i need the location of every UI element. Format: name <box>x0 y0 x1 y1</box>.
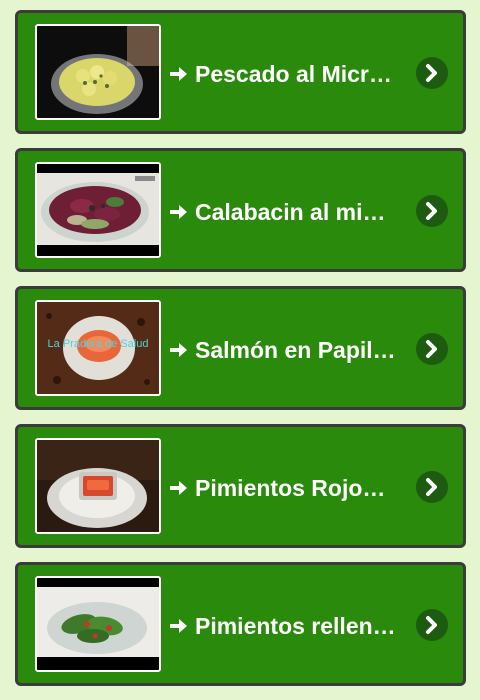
arrow-right-icon <box>170 205 187 219</box>
arrow-right-icon <box>170 67 187 81</box>
chevron-right-icon <box>426 202 437 220</box>
recipe-thumbnail: La Pradera de Salud <box>35 300 161 396</box>
recipe-thumbnail <box>35 162 161 258</box>
recipe-card[interactable]: Pimientos rellenos <box>15 562 466 686</box>
recipe-card[interactable]: La Pradera de Salud Salmón en Papillote <box>15 286 466 410</box>
recipe-card[interactable]: Pimientos Rojos Asados <box>15 424 466 548</box>
chevron-right-button[interactable] <box>416 195 448 227</box>
watermark-text: La Pradera de Salud <box>47 338 149 350</box>
chevron-right-button[interactable] <box>416 609 448 641</box>
arrow-right-icon <box>170 619 187 633</box>
chevron-right-icon <box>426 340 437 358</box>
arrow-right-icon <box>170 343 187 357</box>
recipe-title: Calabacin al microondas <box>195 199 398 225</box>
recipe-title: Salmón en Papillote <box>195 337 398 363</box>
recipe-thumbnail <box>35 576 161 672</box>
fish-in-glass-bowl-photo <box>37 26 159 118</box>
chevron-right-button[interactable] <box>416 333 448 365</box>
recipe-thumbnail <box>35 24 161 120</box>
recipe-card[interactable]: Pescado al Microondas <box>15 10 466 134</box>
chevron-right-button[interactable] <box>416 471 448 503</box>
zucchini-glass-bowl-photo <box>37 164 159 256</box>
recipe-card[interactable]: Calabacin al microondas <box>15 148 466 272</box>
chevron-right-button[interactable] <box>416 57 448 89</box>
recipe-title: Pimientos Rojos Asados <box>195 475 398 501</box>
stuffed-peppers-bowl-photo <box>37 578 159 670</box>
chevron-right-icon <box>426 64 437 82</box>
recipe-list: Pescado al Microondas <box>15 10 466 700</box>
red-peppers-plate-photo <box>37 440 159 532</box>
recipe-title: Pimientos rellenos <box>195 613 398 639</box>
recipe-thumbnail <box>35 438 161 534</box>
chevron-right-icon <box>426 616 437 634</box>
chevron-right-icon <box>426 478 437 496</box>
recipe-title: Pescado al Microondas <box>195 61 398 87</box>
arrow-right-icon <box>170 481 187 495</box>
